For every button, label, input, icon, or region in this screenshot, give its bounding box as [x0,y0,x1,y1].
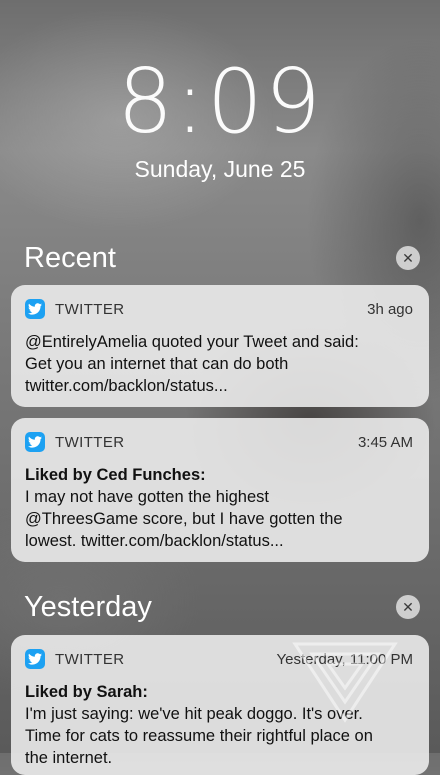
notification-card[interactable]: TWITTER 3:45 AM Liked by Ced Funches: I … [11,418,429,562]
clear-yesterday-button[interactable]: ✕ [396,595,420,619]
app-name: TWITTER [55,300,125,318]
notification-line: twitter.com/backlon/status... [25,377,228,395]
notification-line: Get you an internet that can do both [25,355,289,373]
lockscreen-date: Sunday, June 25 [134,156,306,182]
lockscreen-time: 8:09 [117,50,323,153]
recent-section-header: Recent ✕ [24,240,420,276]
notification-body: @EntirelyAmelia quoted your Tweet and sa… [25,331,413,397]
app-name: TWITTER [55,433,125,451]
close-icon: ✕ [402,249,414,266]
notification-line: @EntirelyAmelia quoted your Tweet and sa… [25,333,359,351]
notification-line: lowest. twitter.com/backlon/status... [25,532,284,550]
twitter-bird-icon [25,432,45,452]
notification-body: Liked by Ced Funches: I may not have got… [25,464,413,552]
section-title-recent: Recent [24,241,116,274]
notification-line: @ThreesGame score, but I have gotten the [25,510,343,528]
notification-title: Liked by Ced Funches: [25,466,206,484]
section-title-yesterday: Yesterday [24,590,152,623]
notification-line: I may not have gotten the highest [25,488,269,506]
twitter-bird-icon [25,299,45,319]
twitter-bird-icon [25,649,45,669]
yesterday-section-header: Yesterday ✕ [24,589,420,625]
clear-recent-button[interactable]: ✕ [396,246,420,270]
notification-line: Time for cats to reassume their rightful… [25,727,373,745]
close-icon: ✕ [402,598,414,615]
notification-line: the internet. [25,749,113,767]
notification-time: 3:45 AM [357,433,413,451]
notification-time: 3h ago [367,300,413,318]
notification-card[interactable]: TWITTER 3h ago @EntirelyAmelia quoted yo… [11,285,429,407]
app-name: TWITTER [55,650,125,668]
watermark-logo [292,642,398,723]
